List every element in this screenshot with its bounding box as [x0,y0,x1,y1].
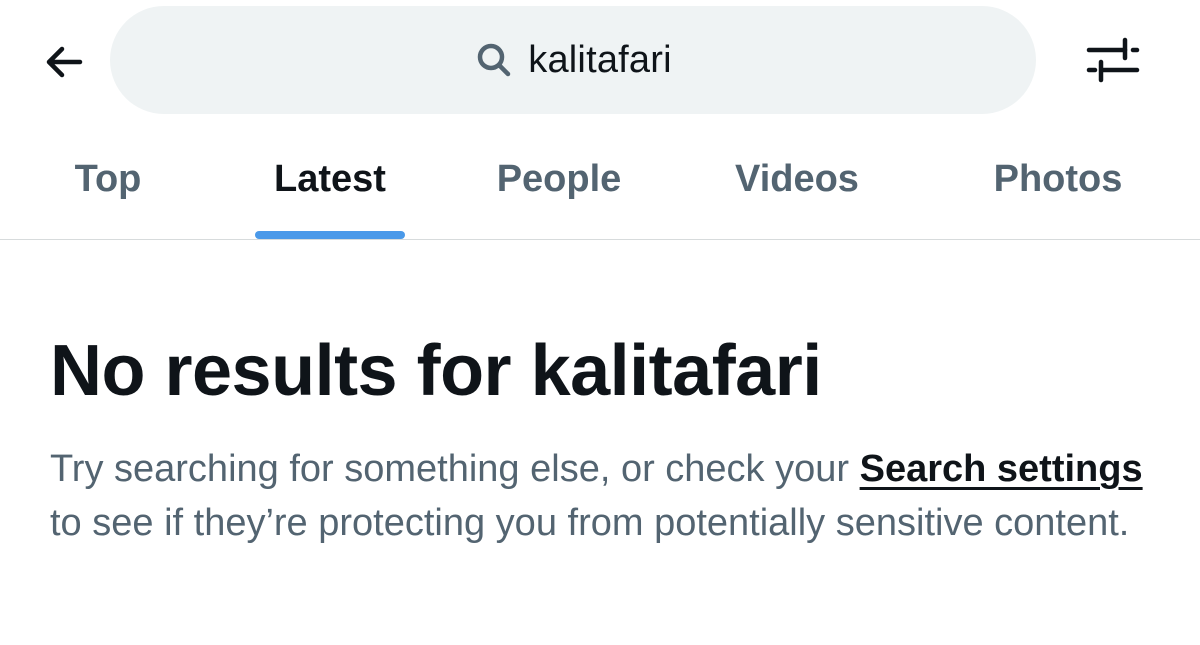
tab-photos[interactable]: Photos [976,120,1140,239]
search-header: kalitafari [0,0,1200,120]
tab-label: Top [74,158,142,200]
empty-state-message: Try searching for something else, or che… [50,442,1150,550]
search-tabs: Top Latest People Videos Photos [0,120,1200,240]
arrow-left-icon [40,38,88,91]
empty-state-text-before: Try searching for something else, or che… [50,448,860,490]
search-input[interactable]: kalitafari [528,39,672,82]
tab-people[interactable]: People [478,120,640,239]
tab-videos[interactable]: Videos [716,120,878,239]
tab-label: People [496,158,622,200]
tab-label: Videos [735,158,859,200]
search-filter-button[interactable] [1082,30,1144,92]
empty-state-text-after: to see if they’re protecting you from po… [50,502,1130,544]
tab-latest[interactable]: Latest [250,120,410,239]
tab-label: Photos [993,158,1123,200]
active-tab-indicator [255,231,405,239]
tab-label: Latest [274,158,386,200]
search-settings-link[interactable]: Search settings [860,448,1143,490]
sliders-icon [1085,34,1141,89]
search-bar[interactable]: kalitafari [110,6,1036,114]
search-icon [474,40,514,80]
back-button[interactable] [36,36,92,92]
empty-state-title: No results for kalitafari [50,331,822,411]
tab-top[interactable]: Top [30,120,186,239]
